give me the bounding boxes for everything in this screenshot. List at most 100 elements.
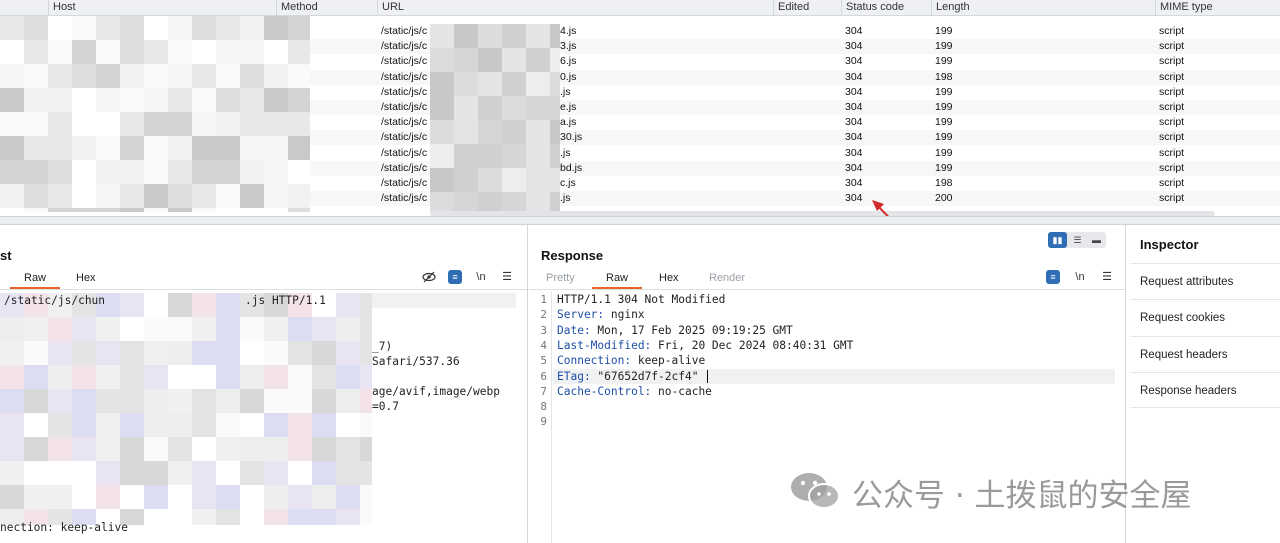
wechat-icon	[791, 473, 840, 509]
header-value: Mon, 17 Feb 2025 09:19:25 GMT	[590, 323, 793, 337]
tab-response-raw[interactable]: Raw	[591, 272, 643, 289]
tab-divider	[529, 289, 1125, 290]
menu-icon[interactable]: ☰	[1100, 270, 1114, 284]
url-cell-start: /static/js/c	[381, 131, 428, 144]
tab-response-render[interactable]: Render	[709, 272, 745, 284]
status-code-cell: 304	[845, 161, 863, 174]
url-cell-end: e.js	[560, 101, 577, 113]
length-cell: 198	[935, 177, 953, 189]
layout-rows-icon[interactable]: ☰	[1068, 232, 1087, 248]
line-number: 1	[540, 293, 547, 306]
url-cell-end: 30.js	[560, 131, 583, 144]
column-header-method[interactable]: Method	[276, 0, 377, 16]
header-value: no-cache	[651, 384, 712, 398]
mime-type-cell: script	[1159, 177, 1185, 189]
pane-splitter[interactable]	[0, 216, 1280, 225]
response-line: Connection: keep-alive	[557, 354, 705, 367]
length-cell: 198	[935, 70, 953, 83]
header-name: ETag:	[557, 369, 591, 383]
url-cell-start: /static/js/c	[381, 25, 428, 37]
url-cell-start: /static/js/c	[381, 192, 428, 205]
mime-type-cell: script	[1159, 192, 1185, 205]
length-cell: 199	[935, 146, 953, 159]
column-header-mime-type[interactable]: MIME type	[1155, 0, 1280, 16]
request-line-text-b: .js HTTP/1.1	[245, 294, 326, 307]
mime-type-cell: script	[1159, 40, 1185, 53]
header-name: Server:	[557, 308, 605, 322]
tab-request-hex[interactable]: Hex	[76, 272, 96, 284]
menu-icon[interactable]: ☰	[500, 270, 514, 284]
column-header-edited[interactable]: Edited	[773, 0, 841, 16]
newline-icon[interactable]: \n	[1073, 270, 1087, 284]
inspector-section-request-attributes[interactable]: Request attributes	[1131, 263, 1280, 299]
response-line: HTTP/1.1 304 Not Modified	[557, 293, 725, 306]
hide-icon[interactable]	[422, 270, 436, 284]
status-code-cell: 304	[845, 116, 863, 129]
mime-type-cell: script	[1159, 85, 1185, 98]
request-pane: st Raw Hex ≡ \n ☰ /static/js/chun .js HT…	[0, 225, 528, 543]
url-cell-start: /static/js/c	[381, 70, 428, 83]
url-cell-end: c.js	[560, 177, 576, 189]
text-caret	[707, 370, 708, 383]
column-header-host[interactable]: Host	[48, 0, 276, 16]
mime-type-cell: script	[1159, 131, 1185, 144]
header-value: "67652d7f-2cf4"	[590, 369, 699, 383]
url-cell-start: /static/js/c	[381, 101, 428, 113]
inspector-section-request-headers[interactable]: Request headers	[1131, 336, 1280, 372]
status-code-cell: 304	[845, 25, 863, 37]
url-cell-start: /static/js/c	[381, 55, 428, 68]
line-number: 8	[540, 400, 547, 414]
column-header-url[interactable]: URL	[377, 0, 773, 16]
header-value: keep-alive	[631, 354, 706, 368]
mime-type-cell: script	[1159, 55, 1185, 68]
mime-type-cell: script	[1159, 146, 1185, 159]
url-cell-end: bd.js	[560, 161, 583, 174]
url-cell-end: 3.js	[560, 40, 577, 53]
length-cell: 199	[935, 85, 953, 98]
column-header-length[interactable]: Length	[931, 0, 1155, 16]
inspector-section-response-headers[interactable]: Response headers	[1131, 372, 1280, 408]
mime-type-cell: script	[1159, 101, 1185, 113]
annotation-arrow-icon	[872, 200, 889, 216]
line-number-gutter	[551, 291, 552, 543]
tab-request-raw[interactable]: Raw	[9, 272, 61, 289]
line-number: 7	[540, 384, 547, 398]
header-name: Connection:	[557, 354, 632, 368]
mime-type-cell: script	[1159, 116, 1185, 129]
length-cell: 199	[935, 25, 953, 37]
status-code-cell: 304	[845, 146, 863, 159]
tab-response-pretty[interactable]: Pretty	[546, 272, 575, 284]
tab-divider	[0, 289, 527, 290]
table-header: Host Method URL Edited Status code Lengt…	[0, 0, 1280, 16]
redacted-request-headers	[0, 293, 372, 525]
layout-tabs-icon[interactable]: ▬	[1087, 232, 1106, 248]
header-name: Last-Modified:	[557, 338, 652, 352]
url-cell-start: /static/js/c	[381, 177, 428, 189]
layout-toggle: ▮▮ ☰ ▬	[1048, 232, 1106, 248]
header-value: HTTP/1.1 304 Not Modified	[557, 293, 726, 306]
url-cell-end: .js	[560, 192, 571, 205]
response-line: ETag: "67652d7f-2cf4"	[557, 370, 698, 383]
response-line: Server: nginx	[557, 308, 645, 321]
response-line: Cache-Control: no-cache	[557, 385, 712, 398]
wrap-lines-icon[interactable]: ≡	[448, 270, 462, 284]
request-text-line-8: =0.7	[372, 400, 399, 413]
column-header-status-code[interactable]: Status code	[841, 0, 931, 16]
header-value: nginx	[604, 308, 645, 322]
wrap-lines-icon[interactable]: ≡	[1046, 270, 1060, 284]
header-name: Cache-Control:	[557, 384, 652, 398]
url-cell-end: .js	[560, 85, 571, 98]
request-pane-title: st	[0, 248, 12, 263]
status-code-cell: 304	[845, 101, 863, 113]
redacted-url-column	[430, 24, 560, 212]
inspector-section-request-cookies[interactable]: Request cookies	[1131, 299, 1280, 335]
newline-icon[interactable]: \n	[474, 270, 488, 284]
url-cell-start: /static/js/c	[381, 146, 428, 159]
tab-response-hex[interactable]: Hex	[659, 272, 679, 284]
layout-split-icon[interactable]: ▮▮	[1048, 232, 1067, 248]
length-cell: 200	[935, 192, 953, 205]
line-number: 3	[540, 323, 547, 337]
url-cell-end: .js	[560, 146, 571, 159]
request-text-connection: nection: keep-alive	[0, 521, 128, 534]
watermark-text: 公众号 · 土拨鼠的安全屋	[852, 478, 1192, 514]
